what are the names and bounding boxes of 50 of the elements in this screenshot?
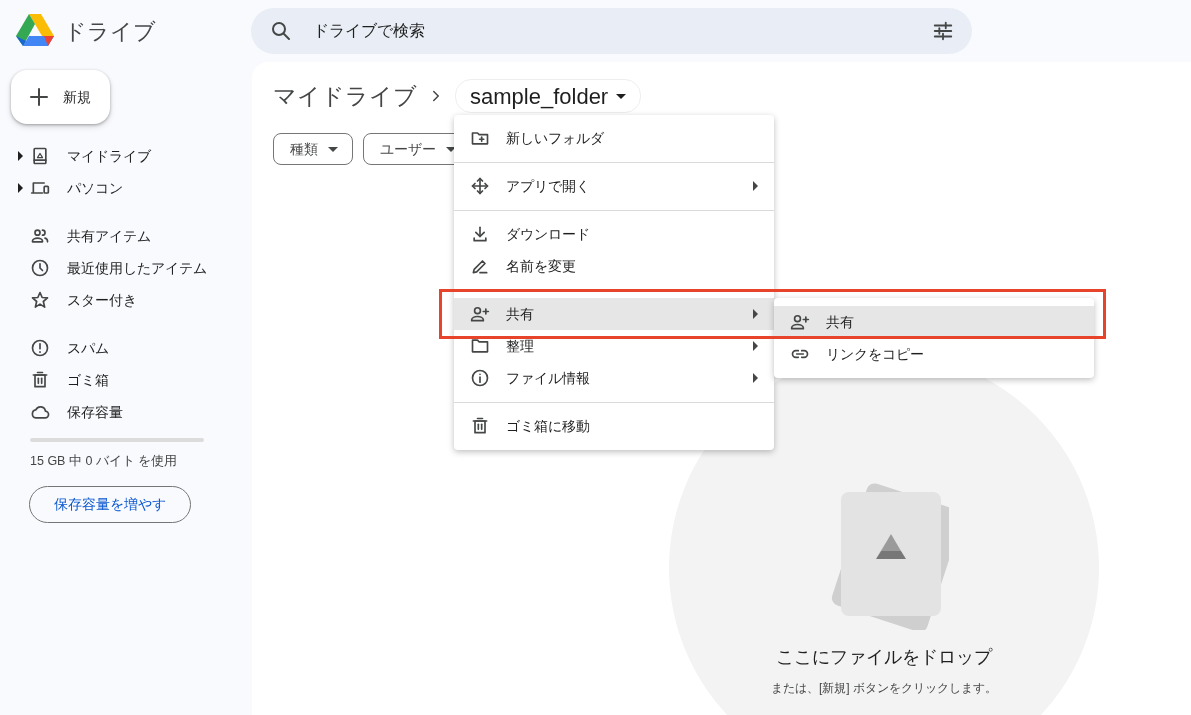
- drop-hint-subtitle: または、[新規] ボタンをクリックします。: [771, 680, 997, 697]
- submenu-arrow-icon: [753, 181, 758, 191]
- storage-usage-text: 15 GB 中 0 バイト を使用: [30, 453, 179, 470]
- plus-icon: [27, 85, 51, 109]
- menu-item[interactable]: 共有: [454, 298, 774, 330]
- menu-item[interactable]: ゴミ箱に移動: [454, 410, 774, 442]
- menu-item[interactable]: 名前を変更: [454, 250, 774, 282]
- app-title: ドライブ: [64, 17, 156, 46]
- breadcrumb-link[interactable]: マイドライブ: [273, 78, 417, 114]
- sidebar-item[interactable]: スター付き: [30, 284, 145, 316]
- alert-icon: [30, 338, 50, 358]
- folder-icon: [470, 336, 490, 356]
- search-bar[interactable]: ドライブで検索: [251, 8, 972, 54]
- folder-menu-button[interactable]: sample_folder: [455, 79, 642, 113]
- move-arrows-icon: [470, 176, 490, 196]
- menu-item[interactable]: 整理: [454, 330, 774, 362]
- sidebar-item[interactable]: パソコン: [30, 172, 131, 204]
- sidebar-item[interactable]: マイドライブ: [30, 140, 159, 172]
- menu-item[interactable]: リンクをコピー: [774, 338, 1094, 370]
- filter-settings-icon: [932, 20, 954, 42]
- trash-icon: [30, 370, 50, 390]
- menu-item[interactable]: ダウンロード: [454, 218, 774, 250]
- menu-item[interactable]: 共有: [774, 306, 1094, 338]
- sidebar-item[interactable]: 共有アイテム: [30, 220, 159, 252]
- sidebar-item[interactable]: ゴミ箱: [30, 364, 117, 396]
- menu-item[interactable]: アプリで開く: [454, 170, 774, 202]
- sidebar-item[interactable]: 保存容量: [30, 396, 131, 428]
- people-icon: [30, 226, 50, 246]
- person-add-icon: [470, 304, 490, 324]
- info-icon: [470, 368, 490, 388]
- search-icon: [269, 19, 293, 43]
- caret-down-icon: [616, 93, 627, 99]
- submenu-arrow-icon: [753, 373, 758, 383]
- submenu-arrow-icon: [753, 309, 758, 319]
- drop-hint-title: ここにファイルをドロップ: [776, 646, 992, 669]
- sidebar-item[interactable]: 最近使用したアイテム: [30, 252, 215, 284]
- sidebar-item[interactable]: スパム: [30, 332, 117, 364]
- star-icon: [30, 290, 50, 310]
- download-icon: [470, 224, 490, 244]
- person-add-icon: [790, 312, 810, 332]
- caret-down-icon: [328, 146, 338, 152]
- trash-icon: [470, 416, 490, 436]
- clock-icon: [30, 258, 50, 278]
- filter-chip[interactable]: 種類: [273, 133, 353, 165]
- new-button[interactable]: 新規: [11, 70, 110, 124]
- menu-item[interactable]: ファイル情報: [454, 362, 774, 394]
- submenu-arrow-icon: [753, 341, 758, 351]
- drive-icon: [30, 146, 50, 166]
- drive-logo-icon: [16, 14, 54, 48]
- search-field[interactable]: ドライブで検索: [311, 18, 914, 44]
